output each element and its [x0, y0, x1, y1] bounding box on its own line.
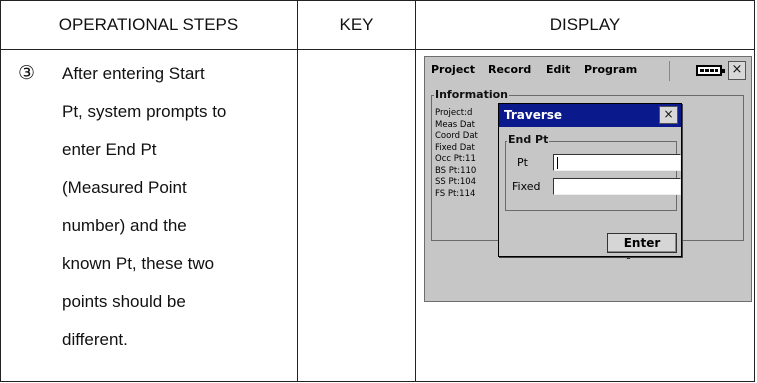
information-title: Information — [434, 88, 509, 101]
step-line: number) and the — [62, 216, 187, 235]
key-cell — [298, 50, 415, 380]
close-button[interactable]: × — [728, 61, 746, 80]
table-border-bottom — [0, 381, 755, 382]
header-key: KEY — [339, 14, 374, 34]
step-line: points should be — [62, 292, 186, 311]
end-pt-title: End Pt — [507, 133, 550, 146]
table-border-right — [754, 0, 755, 382]
menu-project[interactable]: Project — [431, 63, 475, 76]
info-line: Occ Pt:11 — [435, 154, 476, 164]
info-line: Coord Dat — [435, 131, 478, 141]
instruction-table: OPERATIONAL STEPS KEY DISPLAY ③ After en… — [0, 0, 755, 382]
traverse-dialog: Traverse × End Pt Pt Fixed Enter — [498, 103, 682, 257]
step-line: different. — [62, 330, 128, 349]
menu-program[interactable]: Program — [584, 63, 637, 76]
fixed-input[interactable] — [553, 178, 681, 195]
device-screen: Project Record Edit Program × Project:d … — [424, 56, 752, 302]
header-display: DISPLAY — [549, 14, 621, 34]
information-lines: Project:d Meas Dat Coord Dat Fixed Dat O… — [435, 108, 497, 200]
fixed-label: Fixed — [512, 180, 541, 193]
step-line: (Measured Point — [62, 178, 187, 197]
info-line: Project:d — [435, 108, 473, 118]
dialog-title-bar: Traverse × — [499, 104, 681, 127]
end-pt-group — [505, 141, 677, 211]
enter-button[interactable]: Enter — [607, 233, 677, 253]
pt-input[interactable] — [553, 154, 681, 171]
info-line: BS Pt:110 — [435, 165, 477, 176]
info-line: SS Pt:104 — [435, 177, 477, 187]
step-number: ③ — [18, 63, 36, 84]
step-line: enter End Pt — [62, 140, 157, 159]
dialog-title: Traverse — [504, 108, 563, 122]
text-cursor — [557, 157, 558, 169]
info-line: Meas Dat — [435, 119, 475, 130]
info-line: FS Pt:114 — [435, 188, 476, 199]
menu-bar: Project Record Edit Program × — [426, 58, 748, 85]
battery-icon — [696, 65, 725, 76]
step-line: Pt, system prompts to — [62, 102, 227, 121]
dialog-close-button[interactable]: × — [659, 106, 678, 124]
pt-label: Pt — [517, 156, 528, 169]
header-operational-steps: OPERATIONAL STEPS — [58, 14, 239, 34]
step-description: After entering Start Pt, system prompts … — [62, 62, 297, 366]
table-border-left — [0, 0, 1, 382]
step-line: After entering Start — [62, 64, 205, 83]
column-divider-2 — [415, 0, 416, 382]
menu-edit[interactable]: Edit — [546, 63, 570, 76]
menu-record[interactable]: Record — [488, 63, 531, 76]
menu-separator — [669, 61, 670, 81]
step-line: known Pt, these two — [62, 254, 215, 273]
info-line: Fixed Dat — [435, 142, 475, 153]
